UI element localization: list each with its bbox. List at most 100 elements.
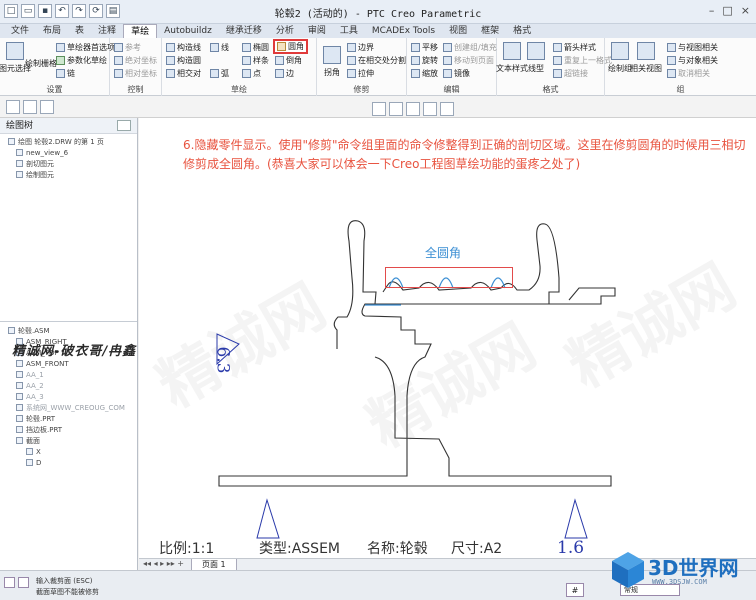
ellipse-button[interactable]: 椭圆 <box>242 42 269 53</box>
model-tree-item[interactable]: D <box>8 458 137 469</box>
sheet-nav[interactable]: ◂◂ ◂ ▸ ▸▸ + <box>143 559 184 568</box>
divide-button[interactable]: 在相交处分割 <box>347 55 406 66</box>
model-node-icon <box>8 327 15 334</box>
point-button[interactable]: 点 <box>242 68 261 79</box>
minimize-icon[interactable]: – <box>709 4 715 17</box>
tab-8[interactable]: 审阅 <box>301 24 333 38</box>
close-icon[interactable]: × <box>741 4 750 17</box>
tree-item[interactable]: new_view_6 <box>8 148 137 159</box>
section-arrow-bottom-left <box>256 498 280 539</box>
tab-11[interactable]: 视图 <box>442 24 474 38</box>
repaint-icon[interactable] <box>423 102 437 116</box>
message-icon[interactable] <box>4 577 15 588</box>
related-view-button[interactable]: 相关视图 <box>630 42 662 74</box>
tree-node-icon <box>8 138 15 145</box>
fillet-button[interactable]: 圆角 <box>273 39 308 54</box>
relate-view-button[interactable]: 与视图相关 <box>667 42 718 53</box>
tab-9[interactable]: 工具 <box>333 24 365 38</box>
model-tree-item[interactable]: 截面 <box>8 436 137 447</box>
tab-3[interactable]: 注释 <box>91 24 123 38</box>
model-node-icon <box>16 360 23 367</box>
tree-item[interactable]: 绘制图元 <box>8 170 137 181</box>
zoom-out-icon[interactable] <box>389 102 403 116</box>
tree-item[interactable]: 绘图 轮毂2.DRW 的第 1 页 <box>8 137 137 148</box>
tree-item-label: 绘图 轮毂2.DRW 的第 1 页 <box>18 138 104 146</box>
favorites-tab-icon[interactable] <box>40 100 54 114</box>
model-tree-item[interactable]: X <box>8 447 137 458</box>
text-style-button[interactable]: 文本样式 <box>496 42 528 74</box>
section-top-outline <box>365 223 560 305</box>
relative-coord-button[interactable]: 相对坐标 <box>114 68 157 79</box>
hyperlink-button[interactable]: 超链接 <box>553 68 588 79</box>
boundary-button[interactable]: 边界 <box>347 42 374 53</box>
chamfer-button[interactable]: 倒角 <box>275 55 302 66</box>
line-style-button[interactable]: 线型 <box>525 42 547 74</box>
stretch-icon <box>347 69 356 78</box>
construction-circle-button[interactable]: 构造圆 <box>166 55 201 66</box>
relate-object-button[interactable]: 与对象相关 <box>667 55 718 66</box>
maximize-icon[interactable]: □ <box>722 4 732 17</box>
rotate-button[interactable]: 旋转 <box>411 55 438 66</box>
tab-10[interactable]: MCADEx Tools <box>365 24 442 38</box>
stretch-button[interactable]: 拉伸 <box>347 68 374 79</box>
model-tree-item[interactable]: AA_3 <box>8 392 137 403</box>
zoom-in-icon[interactable] <box>372 102 386 116</box>
chain-button[interactable]: 链 <box>56 68 75 79</box>
tree-item[interactable]: 剖切图元 <box>8 159 137 170</box>
create-group-button[interactable]: 创建组/填充 <box>443 42 497 53</box>
arrow-style-button[interactable]: 箭头样式 <box>553 42 596 53</box>
move-to-page-button[interactable]: 移动到页面 <box>443 55 494 66</box>
model-tree-item[interactable]: 挡边板.PRT <box>8 425 137 436</box>
intersect-button[interactable]: 相交对 <box>166 68 201 79</box>
param-sketch-button[interactable]: 参数化草绘 <box>56 55 107 66</box>
translate-button[interactable]: 平移 <box>411 42 438 53</box>
spline-button[interactable]: 样条 <box>242 55 269 66</box>
scale-button[interactable]: 缩放 <box>411 68 438 79</box>
model-tree-item[interactable]: 轮毂.ASM <box>8 326 137 337</box>
drawing-canvas[interactable]: 精诚网 精诚网 精诚网 6.隐藏零件显示。使用"修剪"命令组里面的命令修整得到正… <box>139 118 756 558</box>
selection-filter-button[interactable]: # <box>566 583 584 597</box>
info-icon[interactable] <box>18 577 29 588</box>
coord-icon <box>114 69 123 78</box>
model-tree-label: AA_1 <box>26 371 44 379</box>
footer-size: 尺寸:A2 <box>451 541 503 557</box>
tree-settings-icon[interactable] <box>117 120 131 131</box>
model-tree-item[interactable]: AA_1 <box>8 370 137 381</box>
tab-7[interactable]: 分析 <box>269 24 301 38</box>
edge-button[interactable]: 边 <box>275 68 294 79</box>
tab-5[interactable]: Autobuildz <box>157 24 219 38</box>
footer-scale: 比例:1:1 <box>159 541 215 557</box>
absolute-coord-button[interactable]: 绝对坐标 <box>114 55 157 66</box>
sketch-grid-button[interactable]: 绘制栅格 <box>25 58 57 69</box>
model-node-icon <box>16 393 23 400</box>
model-tree-item[interactable]: ASM_FRONT <box>8 359 137 370</box>
layer-tab-icon[interactable] <box>23 100 37 114</box>
tab-6[interactable]: 继承迁移 <box>219 24 269 38</box>
tab-0[interactable]: 文件 <box>4 24 36 38</box>
tab-12[interactable]: 框架 <box>474 24 506 38</box>
group-label: 组 <box>676 85 685 94</box>
construction-line-button[interactable]: 构造线 <box>166 42 201 53</box>
refit-icon[interactable] <box>406 102 420 116</box>
parametric-icon <box>56 56 65 65</box>
sketcher-prefs-button[interactable]: 草绘器首选项 <box>56 42 115 53</box>
corner-button[interactable]: 拐角 <box>321 46 343 78</box>
display-style-icon[interactable] <box>440 102 454 116</box>
tab-4[interactable]: 草绘 <box>123 24 158 38</box>
model-tree-item[interactable]: AA_2 <box>8 381 137 392</box>
model-tree-tab-icon[interactable] <box>6 100 20 114</box>
intersect-icon <box>166 69 175 78</box>
repeat-format-button[interactable]: 重复上一格式 <box>553 55 612 66</box>
unrelate-button[interactable]: 取消相关 <box>667 68 710 79</box>
tab-2[interactable]: 表 <box>68 24 91 38</box>
select-button[interactable]: 图元选择 <box>0 42 31 74</box>
model-tree-item[interactable]: 轮毂.PRT <box>8 414 137 425</box>
mirror-button[interactable]: 镜像 <box>443 68 470 79</box>
line-button[interactable]: 线 <box>210 42 229 53</box>
reference-button[interactable]: 参考 <box>114 42 141 53</box>
draw-group-button[interactable]: 绘制组 <box>608 42 632 74</box>
tab-13[interactable]: 格式 <box>506 24 538 38</box>
arc-button[interactable]: 弧 <box>210 68 229 79</box>
tab-1[interactable]: 布局 <box>36 24 68 38</box>
model-tree-item[interactable]: 系统网_WWW_CREOUG_COM <box>8 403 137 414</box>
